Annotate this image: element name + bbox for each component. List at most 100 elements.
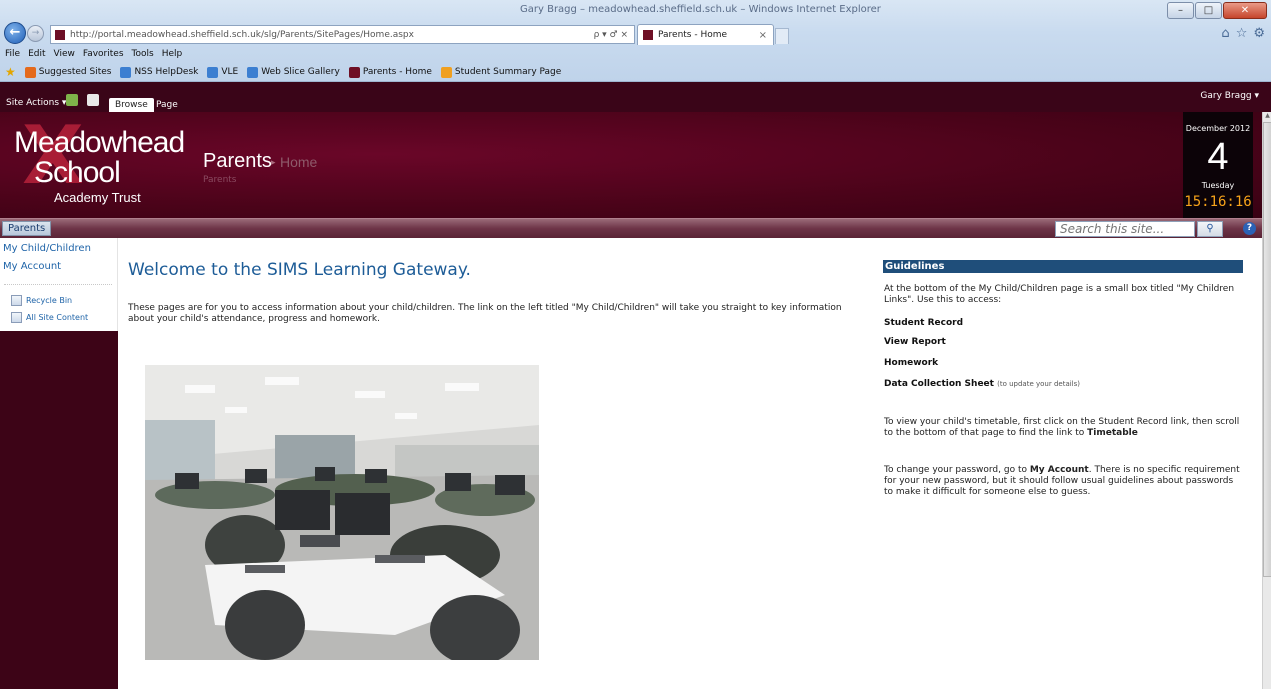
all-site-content-label: All Site Content	[26, 313, 89, 322]
calendar-month: December 2012	[1185, 124, 1251, 133]
clock-time: 15:16:16	[1184, 194, 1252, 210]
forward-button[interactable]: →	[27, 25, 44, 42]
tab-browse[interactable]: Browse	[109, 98, 154, 112]
favorite-label: Parents - Home	[362, 67, 432, 77]
close-window-button[interactable]: ✕	[1223, 2, 1267, 19]
tab-favicon-icon	[643, 30, 653, 40]
guideline-student-record: Student Record	[884, 318, 964, 328]
breadcrumb-home: Home	[280, 154, 318, 170]
timetable-bold: Timetable	[1087, 428, 1138, 438]
calendar-day: 4	[1207, 136, 1229, 178]
browser-toolbar-icons: ⌂ ☆ ⚙	[1221, 26, 1265, 41]
guideline-view-report: View Report	[884, 337, 946, 347]
my-account-bold: My Account	[1029, 465, 1089, 475]
scroll-thumb[interactable]	[1263, 122, 1271, 577]
menu-tools[interactable]: Tools	[132, 49, 154, 59]
ie-page-icon	[207, 66, 219, 78]
ie-page-icon	[247, 66, 259, 78]
nav-link-all-site-content[interactable]: All Site Content	[11, 312, 88, 323]
timetable-text: To view your child's timetable, first cl…	[884, 417, 1240, 438]
address-url[interactable]: http://portal.meadowhead.sheffield.sch.u…	[70, 30, 594, 40]
logo-line3: Academy Trust	[54, 190, 141, 205]
menu-edit[interactable]: Edit	[28, 49, 45, 59]
quick-launch-divider	[4, 284, 112, 285]
nav-tab-parents[interactable]: Parents	[2, 221, 52, 236]
favorite-label: NSS HelpDesk	[134, 67, 199, 77]
favorite-label: Suggested Sites	[38, 67, 112, 77]
favorite-student-summary[interactable]: Student Summary Page	[440, 66, 562, 78]
user-menu[interactable]: Gary Bragg ▾	[1200, 91, 1259, 101]
breadcrumb-parents[interactable]: Parents	[203, 150, 272, 173]
edit-page-icon[interactable]	[87, 94, 99, 106]
address-controls[interactable]: ρ ▾ ♂ ×	[594, 30, 628, 40]
favorite-vle[interactable]: VLE	[207, 66, 239, 78]
nav-link-recycle-bin[interactable]: Recycle Bin	[11, 295, 72, 306]
favorites-star-icon[interactable]: ☆	[1236, 26, 1248, 41]
favorite-label: Web Slice Gallery	[261, 67, 340, 77]
help-icon[interactable]: ?	[1243, 222, 1256, 235]
title-bar: Gary Bragg – meadowhead.sheffield.sch.uk…	[0, 0, 1271, 22]
back-button[interactable]: ←	[4, 22, 26, 44]
breadcrumb-arrow-icon: ▸	[271, 158, 276, 168]
navigate-up-icon[interactable]	[66, 94, 78, 106]
nav-link-my-child-children[interactable]: My Child/Children	[3, 243, 91, 254]
classroom-photo-image	[145, 365, 539, 660]
menu-favorites[interactable]: Favorites	[83, 49, 124, 59]
address-bar[interactable]: http://portal.meadowhead.sheffield.sch.u…	[50, 25, 635, 44]
recycle-bin-label: Recycle Bin	[26, 296, 73, 305]
favorite-suggested-sites[interactable]: Suggested Sites	[24, 66, 112, 78]
window-title: Gary Bragg – meadowhead.sheffield.sch.uk…	[520, 4, 881, 15]
favorites-star-icon[interactable]: ★	[5, 65, 16, 79]
intro-paragraph: These pages are for you to access inform…	[128, 303, 842, 324]
vertical-scrollbar[interactable]: ▲	[1262, 112, 1271, 689]
page-icon	[440, 66, 452, 78]
home-icon[interactable]: ⌂	[1221, 26, 1229, 41]
tab-label[interactable]: Parents - Home	[658, 30, 759, 40]
scroll-up-icon[interactable]: ▲	[1263, 112, 1271, 121]
gear-icon[interactable]: ⚙	[1253, 26, 1265, 41]
maximize-button[interactable]: □	[1195, 2, 1222, 19]
guidelines-timetable-paragraph: To view your child's timetable, first cl…	[884, 417, 1244, 439]
page-title: Welcome to the SIMS Learning Gateway.	[128, 260, 471, 280]
menu-view[interactable]: View	[54, 49, 75, 59]
guideline-data-collection: Data Collection Sheet (to update your de…	[884, 379, 1080, 389]
menu-help[interactable]: Help	[162, 49, 183, 59]
favorite-nss-helpdesk[interactable]: NSS HelpDesk	[120, 66, 199, 78]
logo-line1: Meadowhead	[14, 126, 185, 159]
site-favicon-icon	[55, 29, 65, 40]
search-input[interactable]	[1055, 221, 1195, 237]
minimize-button[interactable]: –	[1167, 2, 1194, 19]
guidelines-intro: At the bottom of the My Child/Children p…	[884, 284, 1235, 305]
left-navigation: My Child/Children My Account Recycle Bin…	[0, 238, 118, 689]
suggested-sites-icon	[24, 66, 36, 78]
breadcrumb-sub[interactable]: Parents	[203, 175, 237, 185]
site-banner: X Meadowhead School Academy Trust Parent…	[0, 112, 1262, 218]
all-site-content-icon	[11, 312, 22, 323]
menu-file[interactable]: File	[5, 49, 20, 59]
recycle-bin-icon	[11, 295, 22, 306]
search-button[interactable]: ⚲	[1197, 221, 1223, 237]
calendar-clock-widget: December 2012 4 Tuesday 15:16:16	[1183, 112, 1253, 218]
site-actions-menu[interactable]: Site Actions ▾	[6, 98, 66, 108]
guideline-homework: Homework	[884, 358, 939, 368]
site-favicon-icon	[348, 66, 360, 78]
favorite-parents-home[interactable]: Parents - Home	[348, 66, 432, 78]
guidelines-heading: Guidelines	[883, 260, 1243, 273]
window-controls: – □ ✕	[1167, 2, 1267, 19]
tab-close-icon[interactable]: ×	[759, 30, 767, 41]
quick-launch: My Child/Children My Account Recycle Bin…	[0, 238, 118, 331]
data-collection-note: (to update your details)	[997, 380, 1080, 388]
ie-page-icon	[120, 66, 132, 78]
password-text-start: To change your password, go to	[884, 465, 1030, 475]
search-icon: ⚲	[1206, 223, 1214, 234]
nav-link-my-account[interactable]: My Account	[3, 261, 61, 272]
favorite-web-slice-gallery[interactable]: Web Slice Gallery	[247, 66, 340, 78]
favorite-label: VLE	[221, 67, 239, 77]
browser-tab-parents-home[interactable]: Parents - Home ×	[637, 24, 774, 45]
guidelines-password-paragraph: To change your password, go to My Accoun…	[884, 465, 1244, 498]
data-collection-label: Data Collection Sheet	[884, 379, 994, 389]
new-tab-button[interactable]	[775, 28, 789, 44]
sharepoint-ribbon: Site Actions ▾ Browse Page Gary Bragg ▾	[0, 82, 1271, 112]
favorite-label: Student Summary Page	[454, 67, 562, 77]
tab-page[interactable]: Page	[150, 98, 184, 112]
